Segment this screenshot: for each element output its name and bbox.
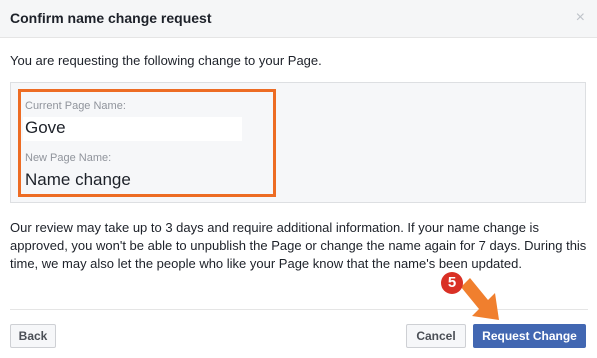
dialog-title: Confirm name change request [10,10,212,26]
back-button[interactable]: Back [10,324,56,348]
close-icon[interactable]: × [576,8,585,28]
pointer-arrow-icon [461,278,499,320]
dialog-header: Confirm name change request × [0,0,597,38]
intro-text: You are requesting the following change … [10,53,322,68]
review-description: Our review may take up to 3 days and req… [10,220,587,271]
confirm-name-change-dialog: Confirm name change request × You are re… [0,0,597,358]
highlight-box [18,89,276,197]
step-number-badge: 5 [441,272,463,294]
